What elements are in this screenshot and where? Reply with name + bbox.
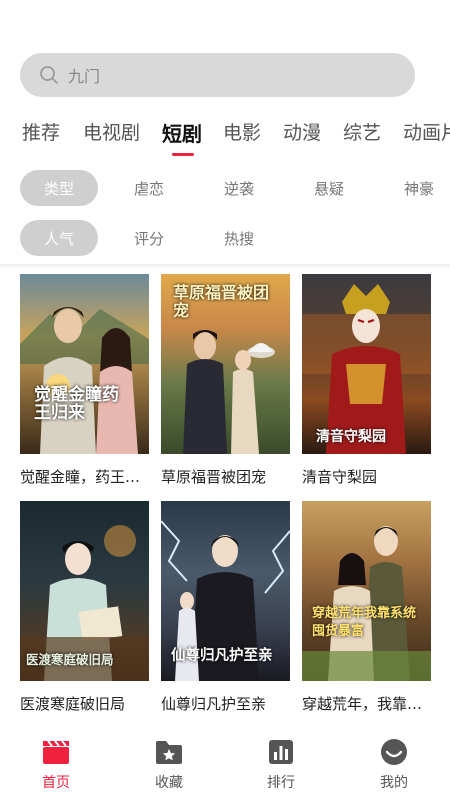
- folder-star-icon: [154, 738, 184, 766]
- drama-poster[interactable]: 清音守梨园: [302, 274, 431, 454]
- tab-movie[interactable]: 电影: [223, 118, 261, 145]
- tab-variety[interactable]: 综艺: [343, 118, 381, 145]
- section-divider: [0, 264, 450, 270]
- drama-card[interactable]: 草原福晋被团宠 草原福晋被团宠: [161, 274, 290, 487]
- drama-poster[interactable]: 觉醒金瞳药王归来: [20, 274, 149, 454]
- drama-poster[interactable]: 草原福晋被团宠: [161, 274, 290, 454]
- drama-card[interactable]: 觉醒金瞳药王归来 觉醒金瞳，药王归来: [20, 274, 149, 487]
- poster-title-text: 医渡寒庭破旧局: [26, 652, 114, 667]
- drama-card[interactable]: 医渡寒庭破旧局 医渡寒庭破旧局: [20, 501, 149, 714]
- filter-chip-suspense[interactable]: 悬疑: [298, 170, 360, 206]
- filter-row-sort: 人气 评分 热搜: [0, 220, 450, 258]
- nav-ranking-label: 排行: [267, 775, 295, 791]
- nav-favorites-label: 收藏: [155, 775, 183, 791]
- drama-poster[interactable]: 穿越荒年我靠系统囤货暴富: [302, 501, 431, 681]
- filter-chip-type[interactable]: 类型: [20, 170, 98, 206]
- tab-short-drama[interactable]: 短剧: [162, 118, 202, 147]
- active-tab-indicator: [172, 153, 194, 156]
- nav-profile[interactable]: 我的: [349, 728, 439, 800]
- bar-chart-icon: [266, 738, 296, 766]
- drama-title[interactable]: 穿越荒年，我靠系统囤货暴富: [302, 693, 431, 714]
- drama-card[interactable]: 清音守梨园 清音守梨园: [302, 274, 431, 487]
- drama-poster[interactable]: 医渡寒庭破旧局: [20, 501, 149, 681]
- drama-card[interactable]: 仙尊归凡护至亲 仙尊归凡护至亲: [161, 501, 290, 714]
- nav-home[interactable]: 首页: [11, 728, 101, 800]
- drama-title[interactable]: 仙尊归凡护至亲: [161, 693, 290, 714]
- nav-ranking[interactable]: 排行: [236, 728, 326, 800]
- drama-title[interactable]: 草原福晋被团宠: [161, 466, 290, 487]
- filter-chip-comeback[interactable]: 逆袭: [208, 170, 270, 206]
- tab-recommend[interactable]: 推荐: [22, 118, 60, 145]
- poster-title-text: 穿越荒年我靠系统囤货暴富: [312, 606, 417, 639]
- drama-title[interactable]: 医渡寒庭破旧局: [20, 693, 149, 714]
- nav-favorites[interactable]: 收藏: [124, 728, 214, 800]
- poster-title-text: 清音守梨园: [316, 429, 386, 445]
- poster-title-text: 草原福晋被团宠: [173, 283, 270, 320]
- category-tabs: 推荐 电视剧 短剧 电影 动漫 综艺 动画片: [0, 108, 450, 158]
- sort-chip-rating[interactable]: 评分: [118, 220, 180, 256]
- search-input[interactable]: 九门: [68, 63, 100, 87]
- nav-home-label: 首页: [42, 775, 70, 791]
- poster-title-text: 觉醒金瞳药王归来: [34, 385, 119, 423]
- drama-title[interactable]: 清音守梨园: [302, 466, 431, 487]
- filter-chip-tragic-romance[interactable]: 虐恋: [118, 170, 180, 206]
- clapperboard-icon: [41, 738, 71, 766]
- tab-animation[interactable]: 动画片: [403, 118, 450, 145]
- drama-card[interactable]: 穿越荒年我靠系统囤货暴富 穿越荒年，我靠系统囤货暴富: [302, 501, 431, 714]
- bottom-nav: 首页 收藏 排行 我的: [0, 728, 450, 800]
- nav-profile-label: 我的: [380, 775, 408, 791]
- tab-tv-series[interactable]: 电视剧: [83, 118, 140, 145]
- filter-row-genre: 类型 虐恋 逆袭 悬疑 神豪: [0, 170, 450, 208]
- sort-chip-popularity[interactable]: 人气: [20, 220, 98, 256]
- search-bar[interactable]: 九门: [20, 53, 415, 97]
- user-face-icon: [379, 738, 409, 766]
- poster-title-text: 仙尊归凡护至亲: [171, 647, 273, 664]
- filter-chip-tycoon[interactable]: 神豪: [388, 170, 450, 206]
- drama-poster[interactable]: 仙尊归凡护至亲: [161, 501, 290, 681]
- tab-anime[interactable]: 动漫: [283, 118, 321, 145]
- search-icon: [38, 64, 60, 86]
- sort-chip-trending[interactable]: 热搜: [208, 220, 270, 256]
- drama-title[interactable]: 觉醒金瞳，药王归来: [20, 466, 149, 487]
